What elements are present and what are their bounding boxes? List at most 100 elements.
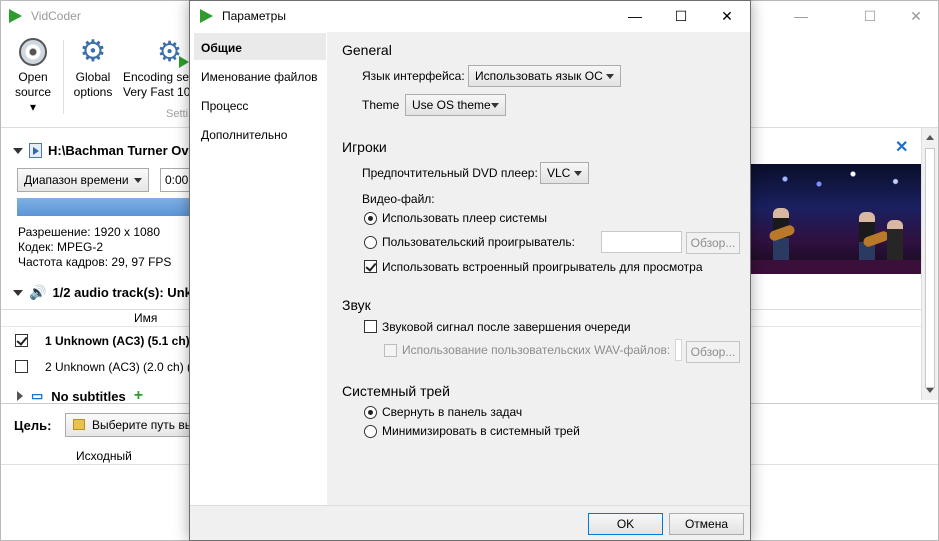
builtin-player-checkbox[interactable] xyxy=(364,260,377,273)
beep-checkbox[interactable] xyxy=(364,320,377,333)
video-file-icon xyxy=(29,143,42,158)
global-options-label-2: options xyxy=(73,85,113,99)
scroll-thumb[interactable] xyxy=(925,148,935,388)
theme-value: Use OS theme xyxy=(412,98,491,112)
column-source-header[interactable]: Исходный xyxy=(76,449,132,463)
theme-dropdown[interactable]: Use OS theme xyxy=(405,94,506,116)
audio-header: 🔊 1/2 audio track(s): Unk xyxy=(13,284,192,301)
codec-text: Кодек: MPEG-2 xyxy=(18,240,104,254)
encoding-settings-button[interactable]: ⚙ Encoding set Very Fast 108 xyxy=(123,38,191,100)
video-preview[interactable] xyxy=(751,164,921,274)
custom-wav-browse-button[interactable]: Обзор... xyxy=(686,341,740,363)
sound-heading: Звук xyxy=(342,297,371,313)
tray-heading: Системный трей xyxy=(342,383,450,399)
stage-floor xyxy=(751,260,921,274)
close-source-icon[interactable]: ✕ xyxy=(895,137,908,157)
column-name-header[interactable]: Имя xyxy=(134,311,157,325)
language-dropdown[interactable]: Использовать язык ОС xyxy=(468,65,621,87)
expand-arrow-icon[interactable] xyxy=(17,391,23,401)
language-label: Язык интерфейса: xyxy=(362,69,465,83)
beep-label[interactable]: Звуковой сигнал после завершения очереди xyxy=(382,320,631,334)
players-heading: Игроки xyxy=(342,139,387,155)
ok-button[interactable]: OK xyxy=(588,513,663,535)
custom-player-browse-button[interactable]: Обзор... xyxy=(686,232,740,254)
choose-target-button[interactable]: Выберите путь вы xyxy=(65,413,205,437)
choose-target-label: Выберите путь вы xyxy=(92,418,194,432)
system-player-radio[interactable] xyxy=(364,212,377,225)
scroll-down-icon[interactable] xyxy=(926,388,934,393)
collapse-arrow-icon[interactable] xyxy=(13,289,23,296)
range-type-value: Диапазон времени xyxy=(24,173,129,187)
options-content: General Язык интерфейса: Использовать яз… xyxy=(327,32,750,505)
audio-header-text: 1/2 audio track(s): Unk xyxy=(52,285,192,300)
timeline-bar[interactable] xyxy=(17,198,192,216)
global-options-button[interactable]: ⚙ Global options xyxy=(71,35,115,100)
builtin-player-label[interactable]: Использовать встроенный проигрыватель дл… xyxy=(382,260,703,274)
dvd-player-value: VLC xyxy=(547,166,571,180)
open-source-label-2: source ▾ xyxy=(14,85,52,114)
main-window-title: VidCoder xyxy=(31,9,81,23)
range-type-dropdown[interactable]: Диапазон времени xyxy=(17,168,149,192)
dialog-minimize-button[interactable]: — xyxy=(612,1,658,32)
nav-item-general[interactable]: Общие xyxy=(194,33,326,60)
minimize-taskbar-label[interactable]: Свернуть в панель задач xyxy=(382,405,522,419)
dialog-titlebar: Параметры — ☐ ✕ xyxy=(190,1,750,32)
encoding-settings-label-1: Encoding set xyxy=(123,70,191,84)
minimize-tray-radio[interactable] xyxy=(364,425,377,438)
custom-player-path-input[interactable] xyxy=(601,231,682,253)
dialog-maximize-button[interactable]: ☐ xyxy=(658,1,704,32)
encoding-gear-icon: ⚙ xyxy=(157,38,189,68)
custom-player-radio[interactable] xyxy=(364,236,377,249)
collapse-arrow-icon[interactable] xyxy=(13,147,23,154)
custom-player-label[interactable]: Пользовательский проигрыватель: xyxy=(382,235,575,249)
system-player-label[interactable]: Использовать плеер системы xyxy=(382,211,547,225)
dvd-player-label: Предпочтительный DVD плеер: xyxy=(362,166,538,180)
gear-icon: ⚙ xyxy=(79,35,107,68)
dialog-title: Параметры xyxy=(222,9,286,23)
ribbon-separator xyxy=(63,40,64,114)
custom-wav-checkbox[interactable] xyxy=(384,344,397,357)
framerate-text: Частота кадров: 29, 97 FPS xyxy=(18,255,172,269)
main-scrollbar[interactable] xyxy=(921,128,938,400)
scroll-up-icon[interactable] xyxy=(926,135,934,140)
play-icon xyxy=(179,56,189,68)
track-1-checkbox[interactable] xyxy=(15,334,28,347)
minimize-taskbar-radio[interactable] xyxy=(364,406,377,419)
track-2-label: 2 Unknown (AC3) (2.0 ch) (4 xyxy=(45,360,198,374)
track-2-checkbox[interactable] xyxy=(15,360,28,373)
vidcoder-logo-icon xyxy=(200,9,213,23)
chevron-down-icon xyxy=(491,103,499,108)
custom-wav-path-input[interactable] xyxy=(675,339,682,361)
source-path: H:\Bachman Turner Ov xyxy=(48,143,189,158)
main-minimize-button[interactable]: — xyxy=(778,1,824,32)
language-value: Использовать язык ОС xyxy=(475,69,603,83)
custom-wav-label: Использование пользовательских WAV-файло… xyxy=(402,343,671,357)
nav-item-process[interactable]: Процесс xyxy=(194,91,326,118)
speaker-icon: 🔊 xyxy=(29,284,47,300)
subtitles-header-text: No subtitles xyxy=(51,388,126,404)
chevron-down-icon xyxy=(134,178,142,183)
chevron-down-icon xyxy=(574,171,582,176)
cancel-button[interactable]: Отмена xyxy=(669,513,744,535)
chevron-down-icon xyxy=(606,74,614,79)
nav-item-file-naming[interactable]: Именование файлов xyxy=(194,62,326,89)
options-nav: Общие Именование файлов Процесс Дополнит… xyxy=(190,32,327,505)
dvd-player-dropdown[interactable]: VLC xyxy=(540,162,589,184)
main-maximize-button[interactable]: ☐ xyxy=(847,1,893,32)
track-1-label: 1 Unknown (AC3) (5.1 ch) xyxy=(45,334,190,348)
general-heading: General xyxy=(342,42,392,58)
open-source-button[interactable]: Open source ▾ xyxy=(11,38,55,115)
source-header: H:\Bachman Turner Ov xyxy=(13,143,189,158)
stage-lights xyxy=(751,164,921,214)
encoding-settings-label-2: Very Fast 108 xyxy=(123,85,191,99)
video-file-label: Видео-файл: xyxy=(362,192,435,206)
nav-item-advanced[interactable]: Дополнительно xyxy=(194,120,326,147)
dialog-close-button[interactable]: ✕ xyxy=(704,1,750,32)
resolution-text: Разрешение: 1920 x 1080 xyxy=(18,225,161,239)
target-label: Цель: xyxy=(14,418,52,433)
ribbon-group-label: Setti xyxy=(166,108,189,120)
open-source-label-1: Open xyxy=(18,70,48,84)
global-options-label-1: Global xyxy=(75,70,111,84)
main-close-button[interactable]: ✕ xyxy=(893,1,939,32)
minimize-tray-label[interactable]: Минимизировать в системный трей xyxy=(382,424,580,438)
